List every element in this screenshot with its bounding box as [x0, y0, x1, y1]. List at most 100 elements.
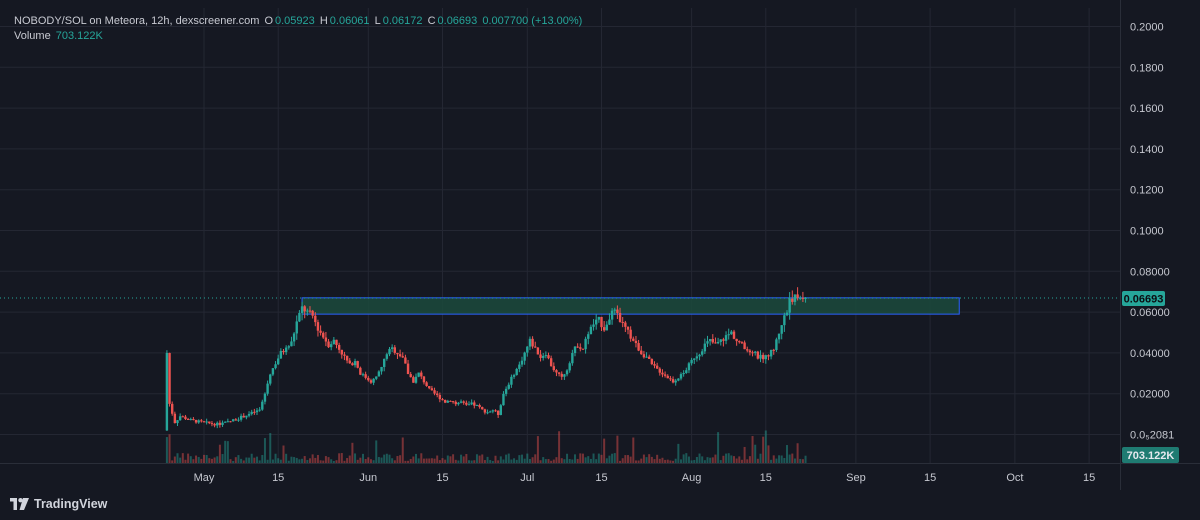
candle-body	[610, 310, 614, 320]
candle-body	[547, 355, 550, 359]
volume-bar	[629, 456, 632, 463]
candle-body	[221, 422, 224, 425]
time-axis[interactable]: May 15 Jun 15 Jul 15 Aug 15 Sep 15 Oct 15	[194, 472, 1096, 484]
volume-bar	[226, 441, 229, 463]
volume-bar	[197, 457, 200, 463]
tradingview-logo[interactable]: TradingView	[10, 497, 107, 511]
candle-body	[189, 419, 192, 421]
candle-body	[523, 352, 526, 361]
volume-bar	[672, 460, 675, 463]
candle-body	[693, 358, 696, 360]
volume-bar	[642, 454, 645, 463]
volume-bar	[449, 456, 452, 463]
candle-body	[284, 347, 288, 353]
candle-body	[340, 349, 343, 355]
volume-bar	[645, 457, 648, 463]
candle-body	[706, 341, 709, 344]
candle-body	[666, 375, 669, 379]
candle-body	[253, 411, 256, 413]
volume-bar	[420, 453, 423, 463]
candle-body	[186, 418, 190, 420]
volume-bar	[550, 460, 553, 463]
volume-bar	[605, 458, 608, 463]
price-tick-label: 0.08000	[1130, 266, 1170, 278]
volume-bar	[234, 457, 237, 463]
volume-bar	[369, 459, 372, 463]
volume-bar	[743, 446, 746, 463]
volume-bar	[179, 457, 182, 463]
volume-bar	[248, 457, 251, 463]
volume-bar	[677, 443, 680, 463]
candle-body	[528, 338, 532, 347]
candle-body	[473, 402, 476, 406]
candle-body	[544, 355, 548, 357]
volume-bar	[444, 459, 447, 463]
volume-bar	[714, 454, 717, 463]
candle-body	[451, 401, 455, 403]
volume-bar	[619, 460, 622, 463]
candle-body	[783, 315, 786, 326]
chart-legend: NOBODY/SOL on Meteora, 12h, dexscreener.…	[14, 14, 584, 44]
candle-body	[308, 310, 312, 312]
volume-bar	[711, 457, 714, 463]
candle-body	[711, 339, 714, 343]
candle-body	[237, 419, 240, 421]
candle-body	[213, 423, 216, 426]
candle-body	[306, 310, 309, 312]
candle-body	[348, 360, 351, 364]
volume-bar	[722, 455, 725, 463]
candle-body	[298, 312, 301, 322]
candle-body	[377, 371, 381, 377]
candle-body	[701, 351, 704, 355]
candle-body	[316, 322, 320, 331]
volume-badge: 703.122K	[1122, 447, 1179, 463]
volume-bar	[165, 437, 168, 463]
volume-bar	[521, 454, 523, 463]
volume-bar	[640, 458, 643, 463]
candle-body	[430, 388, 434, 391]
volume-bar	[783, 458, 786, 463]
ohlc-open-key: O	[264, 15, 273, 27]
volume-bar	[245, 457, 248, 463]
price-chart[interactable]: 0.2000 0.1800 0.1600 0.1400 0.1200 0.1000 0.08…	[0, 0, 1200, 520]
candle-body	[565, 370, 569, 375]
candle-body	[287, 346, 290, 348]
volume-bar	[632, 437, 635, 463]
volume-bar	[486, 456, 489, 463]
volume-bar	[786, 445, 788, 463]
volume-bar	[528, 458, 531, 463]
volume-bar	[377, 457, 380, 463]
candle-body	[255, 410, 259, 413]
volume-bar	[499, 456, 502, 463]
volume-bar	[483, 460, 486, 463]
time-tick-label: 15	[924, 472, 936, 484]
volume-bar	[428, 458, 431, 463]
volume-bar	[613, 453, 616, 463]
time-tick-label: Jun	[359, 472, 377, 484]
candle-body	[327, 341, 330, 348]
volume-bar	[274, 453, 277, 463]
volume-bar	[430, 458, 433, 463]
candle-body	[269, 374, 272, 384]
price-axis[interactable]: 0.2000 0.1800 0.1600 0.1400 0.1200 0.1000 0.08…	[1130, 22, 1174, 442]
candle-body	[510, 376, 513, 385]
candle-body	[573, 346, 577, 354]
candle-body	[181, 416, 184, 418]
volume-bar	[208, 458, 211, 463]
volume-bar	[269, 433, 272, 463]
volume-bar	[669, 460, 672, 463]
volume-bar	[324, 456, 327, 463]
candle-body	[242, 415, 245, 418]
volume-bar	[746, 459, 749, 463]
volume-bar	[542, 457, 545, 463]
candle-body	[608, 319, 611, 325]
volume-bar	[218, 444, 221, 463]
volume-bar	[404, 460, 407, 463]
range-zone[interactable]	[301, 297, 960, 315]
candle-body	[218, 422, 222, 425]
candle-body	[613, 309, 616, 311]
volume-bar	[494, 455, 497, 463]
volume-bar	[770, 459, 773, 463]
volume-bar	[558, 431, 561, 463]
volume-bar	[725, 453, 728, 463]
